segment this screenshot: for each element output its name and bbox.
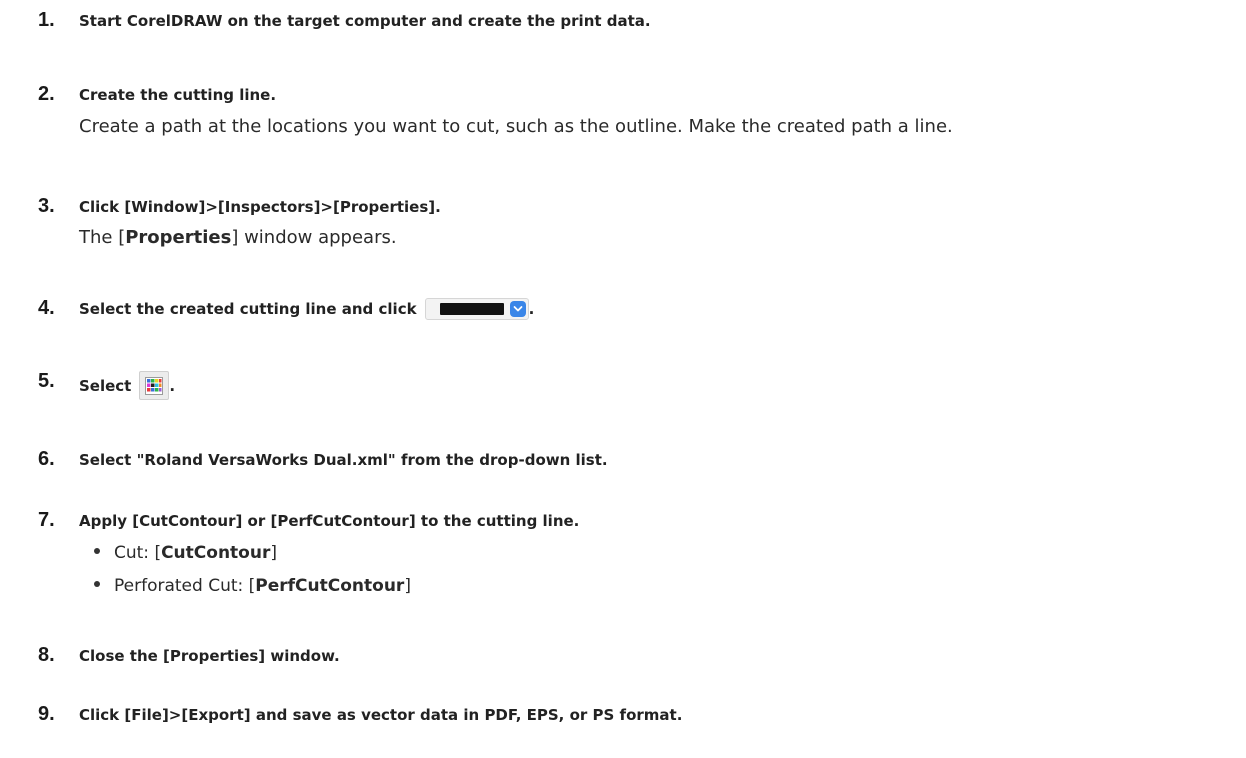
bullet-term: CutContour [161,543,271,563]
bullet-text: ] [270,543,277,563]
step-heading: Select the created cutting line and clic… [79,298,534,320]
step-heading: Start CorelDRAW on the target computer a… [79,12,651,30]
description-text: ] window appears. [231,227,397,248]
step-heading-text: Select the created cutting line and clic… [79,300,417,318]
step-number: 2. [38,83,55,105]
step-heading: Select . [79,371,175,400]
step-heading: Click [File]>[Export] and save as vector… [79,706,683,724]
step-number: 7. [38,509,55,531]
step-number: 6. [38,448,55,470]
step-heading: Close the [Properties] window. [79,647,340,665]
bullet-term: PerfCutContour [255,576,405,596]
step-heading-text: . [169,376,176,395]
bullet-icon [94,548,100,554]
step-number: 3. [38,195,55,217]
step-description: The [Properties] window appears. [79,226,397,250]
step-number: 1. [38,9,55,31]
step-number: 5. [38,370,55,392]
step-heading: Select "Roland VersaWorks Dual.xml" from… [79,451,608,469]
list-item: Perforated Cut: [PerfCutContour] [94,574,411,607]
step-number: 4. [38,297,55,319]
properties-term: Properties [125,227,232,248]
description-text: The [ [79,227,126,248]
bullet-text: Perforated Cut: [ [114,576,256,596]
step-description: Create a path at the locations you want … [79,116,953,137]
step-number: 9. [38,703,55,725]
outline-color-dropdown [424,298,529,320]
bullet-icon [94,581,100,587]
bullet-list: Cut: [CutContour] Perforated Cut: [PerfC… [94,541,411,607]
bullet-text: Cut: [ [114,543,162,563]
color-palette-icon [139,371,170,400]
bullet-text: ] [404,576,411,596]
step-heading: Apply [CutContour] or [PerfCutContour] t… [79,512,580,530]
step-heading-text: Select [79,376,132,395]
step-heading: Click [Window]>[Inspectors]>[Properties]… [79,198,441,216]
list-item: Cut: [CutContour] [94,541,411,574]
step-heading-text: . [528,300,535,318]
step-number: 8. [38,644,55,666]
step-heading: Create the cutting line. [79,86,277,104]
color-swatch [439,303,504,315]
chevron-down-icon [509,301,526,317]
